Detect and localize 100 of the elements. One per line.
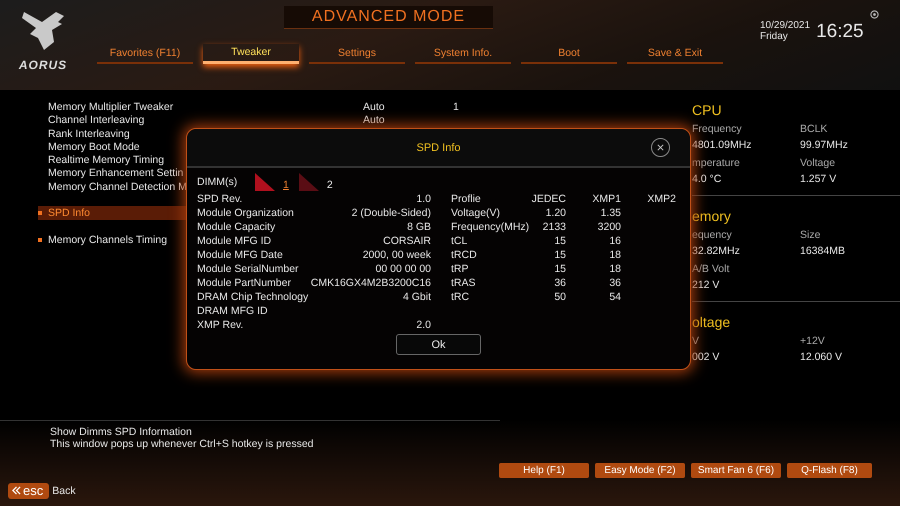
- info-value: 2.0: [416, 318, 431, 332]
- table-cell-text: 16: [608, 234, 621, 248]
- close-icon: [656, 143, 665, 152]
- setting-label[interactable]: Channel Interleaving: [48, 114, 363, 128]
- dimm-tab[interactable]: 2: [298, 173, 333, 191]
- monitor-label: V: [692, 335, 700, 347]
- monitor-label: +12V: [800, 335, 826, 347]
- table-cell-text: 18: [608, 262, 621, 276]
- table-cell-text: tRCD: [451, 248, 478, 262]
- monitor-heading: emory: [692, 208, 732, 224]
- day-text: Friday: [760, 31, 789, 42]
- monitor-value: 4.0 °C: [692, 173, 722, 185]
- table-cell: Frequency(MHz): [451, 220, 526, 234]
- dialog-title: SPD Info: [416, 142, 461, 154]
- setting-label[interactable]: Memory Multiplier Tweaker: [48, 101, 363, 114]
- monitor-label: equency: [692, 229, 733, 241]
- monitor-heading: CPU: [692, 102, 723, 118]
- bullet-icon: [38, 238, 42, 242]
- info-label: Module Capacity: [197, 220, 276, 234]
- date-text: 10/29/2021: [760, 20, 810, 31]
- function-button[interactable]: Smart Fan 6 (F6): [691, 463, 781, 478]
- info-label: Module SerialNumber: [197, 262, 299, 276]
- dimm-tab[interactable]: 1: [255, 173, 289, 191]
- table-cell-text: 18: [608, 248, 621, 262]
- info-value: CORSAIR: [383, 234, 431, 248]
- monitor-heading: oltage: [692, 314, 732, 330]
- monitor-value: 32.82MHz: [692, 245, 741, 257]
- table-cell-text: tCL: [451, 234, 468, 248]
- info-label: Module PartNumber: [197, 276, 291, 290]
- help-text: Show Dimms SPD Information: [50, 427, 193, 438]
- monitor-label: Voltage: [800, 157, 836, 169]
- column-header: JEDEC: [530, 192, 566, 206]
- info-value: 1.0: [416, 192, 431, 206]
- info-value: 00 00 00 00: [376, 262, 431, 276]
- monitor-label: A/B Volt: [692, 263, 730, 275]
- nav-tab[interactable]: Settings: [309, 44, 405, 64]
- table-cell-text: 36: [553, 276, 566, 290]
- submenu-label: SPD Info: [48, 207, 90, 220]
- table-cell-text: tRC: [451, 290, 470, 304]
- ok-button[interactable]: Ok: [396, 334, 481, 355]
- info-value: CMK16GX4M2B3200C16: [310, 276, 431, 290]
- column-header: XMP1: [591, 192, 621, 206]
- info-label: DRAM MFG ID: [197, 304, 268, 318]
- time-text: 16:25: [816, 21, 864, 43]
- info-label: SPD Rev.: [197, 192, 242, 206]
- setting-extra-value: 1: [453, 101, 459, 114]
- setting-value[interactable]: Auto: [363, 101, 453, 114]
- monitor-value: 002 V: [692, 351, 720, 363]
- monitor-label: mperature: [692, 157, 741, 169]
- table-cell-text: 1.35: [600, 206, 621, 220]
- monitor-value: 1.257 V: [800, 173, 838, 185]
- table-cell-text: tRP: [451, 262, 470, 276]
- submenu-label: Memory Channels Timing: [48, 234, 168, 246]
- info-label: XMP Rev.: [197, 318, 244, 332]
- info-label: Module MFG Date: [197, 248, 283, 262]
- info-value: 2000, 00 week: [362, 248, 431, 262]
- table-cell-text: 36: [608, 276, 621, 290]
- table-cell-text: 15: [553, 248, 566, 262]
- nav-tab[interactable]: Tweaker: [203, 44, 299, 64]
- function-button[interactable]: Help (F1): [499, 463, 589, 478]
- table-cell-text: 3200: [596, 220, 621, 234]
- triangle-icon: [298, 173, 319, 191]
- brand-logo: AORUS: [18, 58, 68, 72]
- info-value: 4 Gbit: [402, 290, 431, 304]
- info-value: 8 GB: [407, 220, 431, 234]
- nav-tab[interactable]: Save & Exit: [627, 44, 723, 64]
- dimm-label: DIMM(s): [197, 176, 238, 188]
- table-cell-text: 15: [553, 262, 566, 276]
- setting-value[interactable]: Auto: [363, 114, 453, 128]
- table-cell-text: 15: [553, 234, 566, 248]
- monitor-label: Size: [800, 229, 822, 241]
- monitor-label: BCLK: [800, 123, 828, 135]
- settings-icon[interactable]: [870, 10, 879, 19]
- table-cell-text: 1.20: [544, 206, 566, 220]
- table-cell-text: 54: [608, 290, 621, 304]
- monitor-value: 12.060 V: [800, 351, 844, 363]
- info-value: 2 (Double-Sided): [352, 206, 431, 220]
- column-header: XMP2: [646, 192, 676, 206]
- info-label: Module MFG ID: [197, 234, 272, 248]
- chevrons-icon: [12, 486, 21, 495]
- help-text: This window pops up whenever Ctrl+S hotkey is pressed: [50, 438, 315, 450]
- esc-key[interactable]: esc: [8, 483, 50, 499]
- table-cell-text: 2133: [542, 220, 566, 234]
- mode-title: ADVANCED MODE: [284, 6, 494, 29]
- monitor-label: Frequency: [692, 123, 743, 135]
- function-button[interactable]: Q-Flash (F8): [787, 463, 872, 478]
- column-header: Proflie: [451, 192, 482, 206]
- nav-tab[interactable]: System Info.: [415, 44, 511, 64]
- close-button[interactable]: [651, 138, 670, 157]
- monitor-value: 99.97MHz: [800, 139, 849, 151]
- function-button[interactable]: Easy Mode (F2): [595, 463, 685, 478]
- table-cell-text: 50: [553, 290, 566, 304]
- table-cell-text: Voltage(V): [451, 206, 502, 220]
- nav-tab[interactable]: Favorites (F11): [97, 44, 193, 64]
- monitor-value: 16384MB: [800, 245, 846, 257]
- info-label: DRAM Chip Technology: [197, 290, 308, 304]
- monitor-value: 4801.09MHz: [692, 139, 753, 151]
- back-label: Back: [52, 485, 76, 497]
- bullet-icon: [38, 211, 42, 216]
- nav-tab[interactable]: Boot: [521, 44, 617, 64]
